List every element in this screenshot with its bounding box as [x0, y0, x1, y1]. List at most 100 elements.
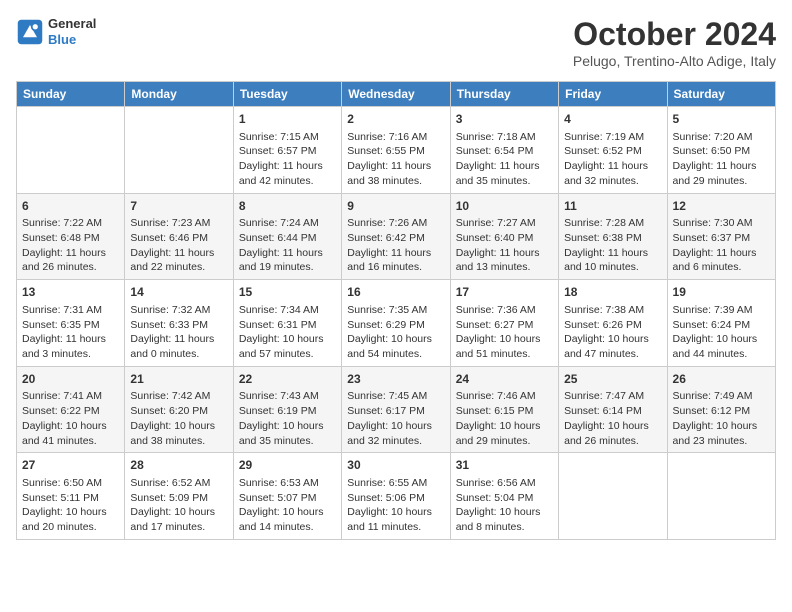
day-number: 15 [239, 284, 336, 301]
header-row: SundayMondayTuesdayWednesdayThursdayFrid… [17, 82, 776, 107]
column-header-friday: Friday [559, 82, 667, 107]
calendar-cell: 23Sunrise: 7:45 AM Sunset: 6:17 PM Dayli… [342, 366, 450, 453]
day-number: 29 [239, 457, 336, 474]
day-number: 16 [347, 284, 444, 301]
cell-content: Sunrise: 7:27 AM Sunset: 6:40 PM Dayligh… [456, 216, 553, 275]
day-number: 24 [456, 371, 553, 388]
cell-content: Sunrise: 7:31 AM Sunset: 6:35 PM Dayligh… [22, 303, 119, 362]
logo-line1: General [48, 16, 96, 32]
cell-content: Sunrise: 7:32 AM Sunset: 6:33 PM Dayligh… [130, 303, 227, 362]
day-number: 27 [22, 457, 119, 474]
cell-content: Sunrise: 7:34 AM Sunset: 6:31 PM Dayligh… [239, 303, 336, 362]
cell-content: Sunrise: 7:41 AM Sunset: 6:22 PM Dayligh… [22, 389, 119, 448]
day-number: 4 [564, 111, 661, 128]
calendar-table: SundayMondayTuesdayWednesdayThursdayFrid… [16, 81, 776, 540]
calendar-cell [667, 453, 775, 540]
week-row-4: 20Sunrise: 7:41 AM Sunset: 6:22 PM Dayli… [17, 366, 776, 453]
cell-content: Sunrise: 7:39 AM Sunset: 6:24 PM Dayligh… [673, 303, 770, 362]
calendar-cell: 13Sunrise: 7:31 AM Sunset: 6:35 PM Dayli… [17, 280, 125, 367]
calendar-cell: 6Sunrise: 7:22 AM Sunset: 6:48 PM Daylig… [17, 193, 125, 280]
day-number: 19 [673, 284, 770, 301]
day-number: 26 [673, 371, 770, 388]
day-number: 9 [347, 198, 444, 215]
calendar-cell: 12Sunrise: 7:30 AM Sunset: 6:37 PM Dayli… [667, 193, 775, 280]
calendar-cell: 21Sunrise: 7:42 AM Sunset: 6:20 PM Dayli… [125, 366, 233, 453]
day-number: 21 [130, 371, 227, 388]
logo-icon [16, 18, 44, 46]
calendar-cell: 29 Sunrise: 6:53 AM Sunset: 5:07 PM Dayli… [233, 453, 341, 540]
logo-line2: Blue [48, 32, 96, 48]
calendar-cell: 22Sunrise: 7:43 AM Sunset: 6:19 PM Dayli… [233, 366, 341, 453]
calendar-cell: 24Sunrise: 7:46 AM Sunset: 6:15 PM Dayli… [450, 366, 558, 453]
cell-content: Sunrise: 7:45 AM Sunset: 6:17 PM Dayligh… [347, 389, 444, 448]
day-number: 28 [130, 457, 227, 474]
day-number: 1 [239, 111, 336, 128]
logo-text: General Blue [48, 16, 96, 47]
column-header-monday: Monday [125, 82, 233, 107]
day-number: 25 [564, 371, 661, 388]
calendar-cell: 30Sunrise: 6:55 AM Sunset: 5:06 PM Dayli… [342, 453, 450, 540]
cell-content: Sunrise: 7:47 AM Sunset: 6:14 PM Dayligh… [564, 389, 661, 448]
day-number: 18 [564, 284, 661, 301]
day-number: 8 [239, 198, 336, 215]
cell-content: Sunrise: 7:19 AM Sunset: 6:52 PM Dayligh… [564, 130, 661, 189]
column-header-tuesday: Tuesday [233, 82, 341, 107]
calendar-cell: 31 Sunrise: 6:56 AM Sunset: 5:04 PM Dayli… [450, 453, 558, 540]
day-number: 10 [456, 198, 553, 215]
calendar-cell: 27 Sunrise: 6:50 AM Sunset: 5:11 PM Dayli… [17, 453, 125, 540]
cell-content: Sunrise: 7:26 AM Sunset: 6:42 PM Dayligh… [347, 216, 444, 275]
calendar-cell: 28Sunrise: 6:52 AM Sunset: 5:09 PM Dayli… [125, 453, 233, 540]
cell-content: Sunrise: 7:20 AM Sunset: 6:50 PM Dayligh… [673, 130, 770, 189]
day-number: 17 [456, 284, 553, 301]
column-header-thursday: Thursday [450, 82, 558, 107]
calendar-cell [125, 107, 233, 194]
day-number: 11 [564, 198, 661, 215]
week-row-3: 13Sunrise: 7:31 AM Sunset: 6:35 PM Dayli… [17, 280, 776, 367]
calendar-cell: 25Sunrise: 7:47 AM Sunset: 6:14 PM Dayli… [559, 366, 667, 453]
week-row-5: 27 Sunrise: 6:50 AM Sunset: 5:11 PM Dayli… [17, 453, 776, 540]
calendar-cell: 20Sunrise: 7:41 AM Sunset: 6:22 PM Dayli… [17, 366, 125, 453]
day-number: 2 [347, 111, 444, 128]
day-number: 30 [347, 457, 444, 474]
calendar-body: 1Sunrise: 7:15 AM Sunset: 6:57 PM Daylig… [17, 107, 776, 540]
week-row-1: 1Sunrise: 7:15 AM Sunset: 6:57 PM Daylig… [17, 107, 776, 194]
calendar-cell: 19 Sunrise: 7:39 AM Sunset: 6:24 PM Dayli… [667, 280, 775, 367]
calendar-cell: 17 Sunrise: 7:36 AM Sunset: 6:27 PM Dayli… [450, 280, 558, 367]
calendar-cell: 18Sunrise: 7:38 AM Sunset: 6:26 PM Dayli… [559, 280, 667, 367]
day-number: 5 [673, 111, 770, 128]
cell-content: Sunrise: 7:16 AM Sunset: 6:55 PM Dayligh… [347, 130, 444, 189]
week-row-2: 6Sunrise: 7:22 AM Sunset: 6:48 PM Daylig… [17, 193, 776, 280]
column-header-wednesday: Wednesday [342, 82, 450, 107]
calendar-cell: 2 Sunrise: 7:16 AM Sunset: 6:55 PM Daylig… [342, 107, 450, 194]
page-header: General Blue October 2024 Pelugo, Trenti… [16, 16, 776, 69]
cell-content: Sunrise: 7:49 AM Sunset: 6:12 PM Dayligh… [673, 389, 770, 448]
cell-content: Sunrise: 7:43 AM Sunset: 6:19 PM Dayligh… [239, 389, 336, 448]
calendar-cell [17, 107, 125, 194]
calendar-cell: 3Sunrise: 7:18 AM Sunset: 6:54 PM Daylig… [450, 107, 558, 194]
cell-content: Sunrise: 7:18 AM Sunset: 6:54 PM Dayligh… [456, 130, 553, 189]
cell-content: Sunrise: 7:23 AM Sunset: 6:46 PM Dayligh… [130, 216, 227, 275]
cell-content: Sunrise: 6:50 AM Sunset: 5:11 PM Dayligh… [22, 476, 119, 535]
column-header-sunday: Sunday [17, 82, 125, 107]
day-number: 7 [130, 198, 227, 215]
column-header-saturday: Saturday [667, 82, 775, 107]
title-block: October 2024 Pelugo, Trentino-Alto Adige… [573, 16, 776, 69]
day-number: 12 [673, 198, 770, 215]
calendar-cell: 26Sunrise: 7:49 AM Sunset: 6:12 PM Dayli… [667, 366, 775, 453]
calendar-cell: 15 Sunrise: 7:34 AM Sunset: 6:31 PM Dayli… [233, 280, 341, 367]
calendar-cell: 7Sunrise: 7:23 AM Sunset: 6:46 PM Daylig… [125, 193, 233, 280]
calendar-cell: 9Sunrise: 7:26 AM Sunset: 6:42 PM Daylig… [342, 193, 450, 280]
calendar-cell [559, 453, 667, 540]
day-number: 20 [22, 371, 119, 388]
cell-content: Sunrise: 7:28 AM Sunset: 6:38 PM Dayligh… [564, 216, 661, 275]
calendar-cell: 11Sunrise: 7:28 AM Sunset: 6:38 PM Dayli… [559, 193, 667, 280]
cell-content: Sunrise: 7:36 AM Sunset: 6:27 PM Dayligh… [456, 303, 553, 362]
calendar-title: October 2024 [573, 16, 776, 53]
cell-content: Sunrise: 6:53 AM Sunset: 5:07 PM Dayligh… [239, 476, 336, 535]
day-number: 31 [456, 457, 553, 474]
day-number: 6 [22, 198, 119, 215]
cell-content: Sunrise: 7:24 AM Sunset: 6:44 PM Dayligh… [239, 216, 336, 275]
cell-content: Sunrise: 6:56 AM Sunset: 5:04 PM Dayligh… [456, 476, 553, 535]
cell-content: Sunrise: 7:42 AM Sunset: 6:20 PM Dayligh… [130, 389, 227, 448]
calendar-subtitle: Pelugo, Trentino-Alto Adige, Italy [573, 53, 776, 69]
